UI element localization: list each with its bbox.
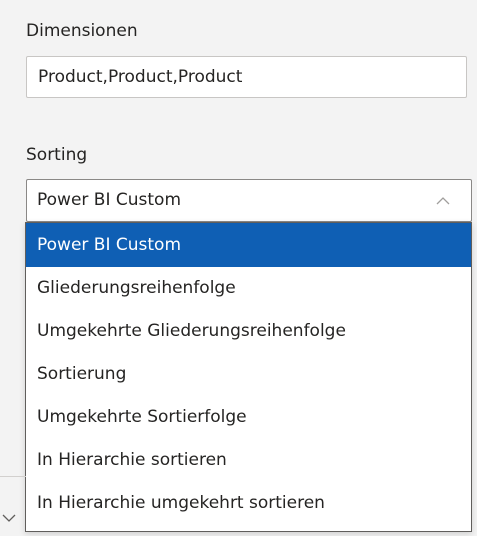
sorting-option-in-hierarchie-sortieren[interactable]: In Hierarchie sortieren — [26, 439, 471, 482]
format-pane: Dimensionen Product,Product,Product Sort… — [0, 0, 477, 536]
sorting-select[interactable]: Power BI Custom — [26, 179, 472, 222]
sorting-option-in-hierarchie-umgekehrt-sortieren[interactable]: In Hierarchie umgekehrt sortieren — [26, 482, 471, 525]
sorting-select-value: Power BI Custom — [37, 190, 182, 210]
dimensions-label: Dimensionen — [26, 21, 138, 41]
sorting-option-power-bi-custom[interactable]: Power BI Custom — [26, 223, 471, 267]
sorting-dropdown-list: Power BI Custom Gliederungsreihenfolge U… — [25, 222, 472, 532]
sorting-option-gliederungsreihenfolge[interactable]: Gliederungsreihenfolge — [26, 267, 471, 310]
chevron-down-icon[interactable] — [2, 512, 16, 524]
sorting-option-umgekehrte-sortierfolge[interactable]: Umgekehrte Sortierfolge — [26, 396, 471, 439]
chevron-up-icon — [436, 197, 450, 205]
sorting-label: Sorting — [26, 145, 88, 165]
sorting-option-sortierung[interactable]: Sortierung — [26, 353, 471, 396]
sorting-option-umgekehrte-gliederungsreihenfolge[interactable]: Umgekehrte Gliederungsreihenfolge — [26, 310, 471, 353]
section-divider — [0, 476, 26, 477]
dimensions-input[interactable]: Product,Product,Product — [26, 56, 467, 98]
